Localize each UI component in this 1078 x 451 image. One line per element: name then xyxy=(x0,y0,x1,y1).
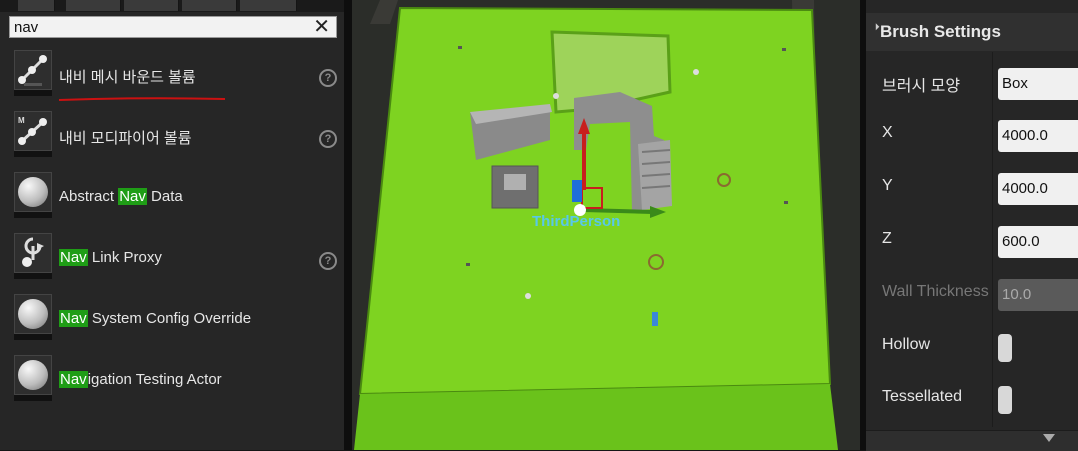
actor-marker xyxy=(458,46,462,49)
list-item-abstract-nav-data[interactable]: Abstract Nav Data xyxy=(0,166,344,226)
help-icon[interactable]: ? xyxy=(319,130,337,148)
hollow-label: Hollow xyxy=(882,336,931,353)
actor-label: Nav System Config Override xyxy=(59,310,252,327)
search-match-highlight: Nav xyxy=(59,371,88,388)
brush-shape-label: 브러시 모양 xyxy=(882,78,961,95)
panel-splitter[interactable] xyxy=(344,0,352,450)
actor-marker xyxy=(782,48,786,51)
place-actors-panel: nav ✕ 내비 메시 바운드 볼륨 ? M 내비 모디파이어 볼륨 ? Abs… xyxy=(0,0,344,450)
z-label: Z xyxy=(882,230,892,247)
actor-label: Abstract Nav Data xyxy=(59,188,183,205)
tessellated-checkbox[interactable] xyxy=(998,386,1012,414)
gizmo-y-axis xyxy=(583,208,653,214)
nav-link-proxy-icon xyxy=(14,233,52,273)
tessellated-row: Tessellated xyxy=(866,374,1078,426)
search-match-highlight: Nav xyxy=(59,249,88,266)
x-label: X xyxy=(882,124,893,141)
search-input[interactable]: nav ✕ xyxy=(9,16,337,38)
actor-marker xyxy=(784,201,788,204)
tessellated-label: Tessellated xyxy=(882,388,963,405)
wall-thickness-field: 10.0 xyxy=(998,279,1078,311)
mode-tab[interactable] xyxy=(18,0,55,11)
player-label: ThirdPerson xyxy=(532,213,620,230)
list-item-nav-system-config-override[interactable]: Nav System Config Override xyxy=(0,288,344,348)
y-label: Y xyxy=(882,177,893,194)
search-input-value: nav xyxy=(14,19,39,36)
help-icon[interactable]: ? xyxy=(319,69,337,87)
player-start xyxy=(572,180,582,202)
hollow-row: Hollow xyxy=(866,322,1078,374)
navmesh-floor-front xyxy=(354,384,838,450)
mode-tab[interactable] xyxy=(66,0,121,11)
navmesh-bounds-icon xyxy=(14,50,52,90)
actor-label: Navigation Testing Actor xyxy=(59,371,222,388)
thumb-shadow xyxy=(14,90,52,96)
block-top xyxy=(504,174,526,190)
collapse-arrow-icon[interactable] xyxy=(868,23,880,34)
actor-marker xyxy=(466,263,470,266)
brush-settings-header[interactable]: Brush Settings xyxy=(866,13,1078,51)
mode-tab[interactable] xyxy=(240,0,297,11)
mode-tab[interactable] xyxy=(124,0,179,11)
z-field[interactable]: 600.0 xyxy=(998,226,1078,258)
actor-marker xyxy=(553,93,559,99)
details-panel: Brush Settings 브러시 모양 Box X 4000.0 Y 400… xyxy=(866,0,1078,451)
brush-shape-dropdown[interactable]: Box xyxy=(998,68,1078,100)
sphere-icon xyxy=(14,355,52,395)
thumb-shadow xyxy=(14,151,52,157)
close-icon[interactable]: ✕ xyxy=(313,16,330,38)
x-field[interactable]: 4000.0 xyxy=(998,120,1078,152)
list-item-nav-modifier-volume[interactable]: M 내비 모디파이어 볼륨 ? xyxy=(0,105,344,165)
actor-label: 내비 메시 바운드 볼륨 xyxy=(59,69,196,86)
z-row: Z 600.0 xyxy=(866,216,1078,268)
help-icon[interactable]: ? xyxy=(319,252,337,270)
thumb-shadow xyxy=(14,273,52,279)
list-item-navigation-testing-actor[interactable]: Navigation Testing Actor xyxy=(0,349,344,409)
thumb-shadow xyxy=(14,212,52,218)
x-row: X 4000.0 xyxy=(866,110,1078,162)
list-item-nav-link-proxy[interactable]: Nav Link Proxy ? xyxy=(0,227,344,287)
annotation-underline xyxy=(58,97,226,101)
sphere-icon xyxy=(14,294,52,334)
actor-marker xyxy=(525,293,531,299)
thumb-shadow xyxy=(14,395,52,401)
brush-settings-title: Brush Settings xyxy=(880,22,1001,41)
actor-marker xyxy=(693,69,699,75)
y-row: Y 4000.0 xyxy=(866,163,1078,215)
mode-tab[interactable] xyxy=(182,0,237,11)
sphere-icon xyxy=(14,172,52,212)
chevron-down-icon[interactable] xyxy=(1043,434,1055,442)
search-match-highlight: Nav xyxy=(118,188,147,205)
list-item-navmesh-bounds-volume[interactable]: 내비 메시 바운드 볼륨 ? xyxy=(0,44,344,104)
wall-thickness-label: Wall Thickness xyxy=(882,283,989,300)
mode-tabs xyxy=(0,0,344,12)
wall-thickness-row: Wall Thickness 10.0 xyxy=(866,269,1078,321)
actor-marker xyxy=(652,312,658,326)
level-viewport[interactable]: ThirdPerson xyxy=(352,0,860,450)
thumb-shadow xyxy=(14,334,52,340)
brush-shape-row: 브러시 모양 Box xyxy=(866,58,1078,110)
advanced-expander[interactable] xyxy=(866,430,1078,451)
search-match-highlight: Nav xyxy=(59,310,88,327)
y-field[interactable]: 4000.0 xyxy=(998,173,1078,205)
actor-label: 내비 모디파이어 볼륨 xyxy=(59,130,192,147)
nav-modifier-icon: M xyxy=(14,111,52,151)
actor-label: Nav Link Proxy xyxy=(59,249,162,266)
svg-text:M: M xyxy=(18,116,25,125)
hollow-checkbox[interactable] xyxy=(998,334,1012,362)
